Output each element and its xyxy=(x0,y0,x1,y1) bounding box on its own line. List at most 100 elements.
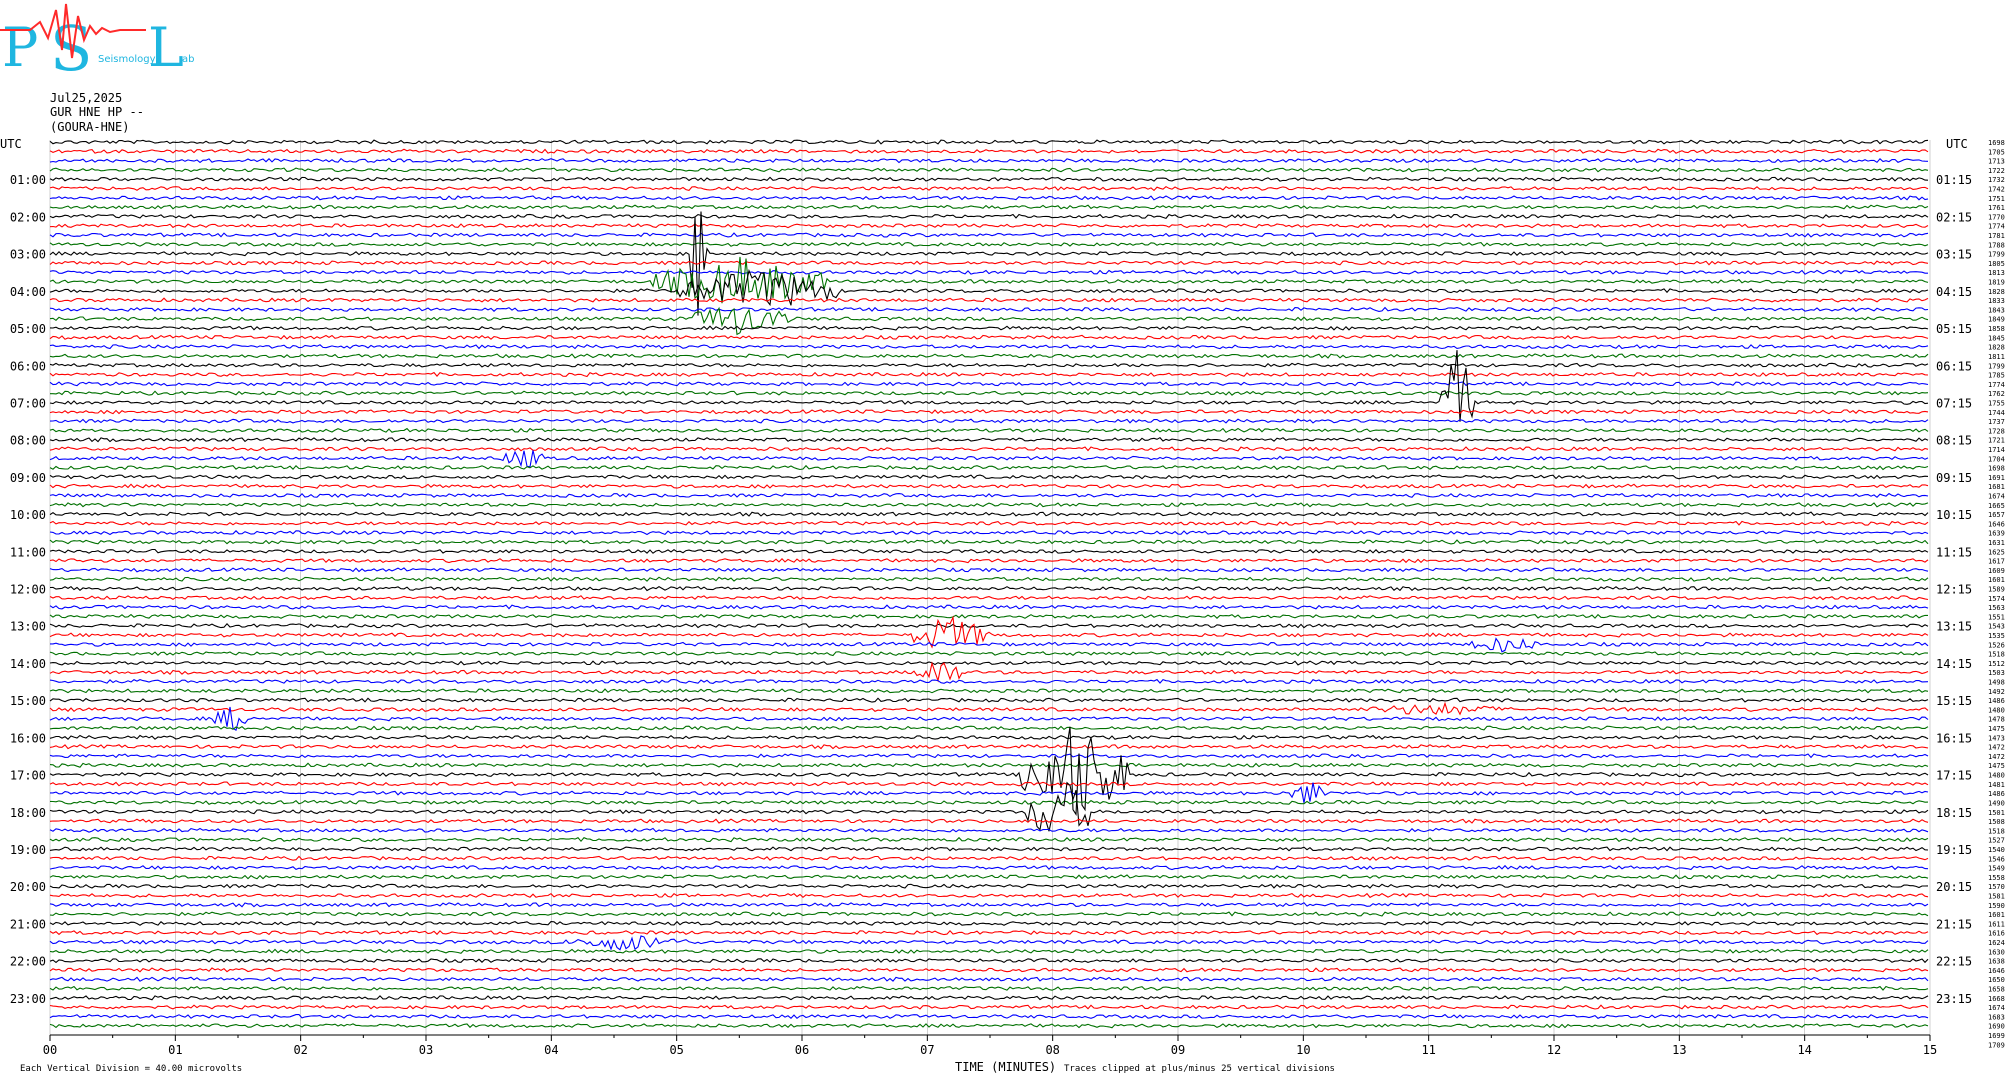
hour-label-left: 10:00 xyxy=(10,508,46,522)
trace-line xyxy=(49,464,1929,471)
trace-value-label: 1742 xyxy=(1988,186,2005,194)
hour-label-left: 22:00 xyxy=(10,955,46,969)
trace-value-label: 1705 xyxy=(1988,148,2005,156)
trace-line xyxy=(49,902,1929,908)
x-tick-label-03: 03 xyxy=(419,1043,433,1057)
hour-label-left: 13:00 xyxy=(10,620,46,634)
trace-line xyxy=(49,325,1929,331)
trace-value-label: 1481 xyxy=(1988,781,2005,789)
x-tick-label-11: 11 xyxy=(1421,1043,1435,1057)
trace-value-label: 1849 xyxy=(1988,316,2005,324)
trace-value-label: 1486 xyxy=(1988,697,2005,705)
trace-value-label: 1755 xyxy=(1988,399,2005,407)
trace-line xyxy=(49,446,1929,452)
hour-label-left: 02:00 xyxy=(10,210,46,224)
trace-line xyxy=(49,139,1929,145)
x-tick-label-04: 04 xyxy=(544,1043,558,1057)
trace-line xyxy=(49,558,1929,564)
hour-label-left: 04:00 xyxy=(10,285,46,299)
trace-line xyxy=(49,985,1929,991)
trace-line xyxy=(49,615,1929,649)
x-tick-label-00: 00 xyxy=(43,1043,57,1057)
hour-label-right: 06:15 xyxy=(1936,359,1972,373)
hour-label-left: 16:00 xyxy=(10,731,46,745)
x-tick-label-06: 06 xyxy=(795,1043,809,1057)
trace-value-label: 1751 xyxy=(1988,195,2005,203)
trace-value-label: 1601 xyxy=(1988,911,2005,919)
trace-value-label: 1858 xyxy=(1988,325,2005,333)
trace-value-label: 1480 xyxy=(1988,706,2005,714)
trace-value-label: 1668 xyxy=(1988,995,2005,1003)
trace-line xyxy=(49,492,1929,499)
trace-value-label: 1498 xyxy=(1988,679,2005,687)
trace-line xyxy=(49,827,1929,833)
trace-line xyxy=(49,883,1929,889)
trace-value-label: 1732 xyxy=(1988,176,2005,184)
hour-label-right: 11:15 xyxy=(1936,545,1972,559)
trace-value-label: 1674 xyxy=(1988,1004,2005,1012)
trace-line xyxy=(49,762,1929,768)
trace-line xyxy=(49,836,1929,843)
trace-line xyxy=(49,306,1929,313)
trace-value-label: 1774 xyxy=(1988,381,2005,389)
hour-label-left: 01:00 xyxy=(10,173,46,187)
trace-line xyxy=(49,548,1929,554)
trace-line xyxy=(49,176,1929,182)
trace-line xyxy=(49,688,1929,694)
hour-label-left: 18:00 xyxy=(10,806,46,820)
trace-value-label: 1774 xyxy=(1988,223,2005,231)
trace-value-label: 1611 xyxy=(1988,920,2005,928)
trace-value-label: 1650 xyxy=(1988,976,2005,984)
trace-line xyxy=(49,753,1929,759)
trace-value-label: 1558 xyxy=(1988,874,2005,882)
trace-value-label: 1674 xyxy=(1988,492,2005,500)
trace-line xyxy=(49,781,1929,832)
trace-line xyxy=(49,223,1929,229)
hour-label-left: 23:00 xyxy=(10,992,46,1006)
trace-value-label: 1761 xyxy=(1988,204,2005,212)
trace-value-label: 1581 xyxy=(1988,892,2005,900)
trace-line xyxy=(49,661,1929,683)
trace-value-label: 1639 xyxy=(1988,530,2005,538)
trace-value-label: 1512 xyxy=(1988,660,2005,668)
trace-value-label: 1630 xyxy=(1988,948,2005,956)
trace-value-label: 1549 xyxy=(1988,865,2005,873)
trace-value-label: 1781 xyxy=(1988,232,2005,240)
trace-value-label: 1478 xyxy=(1988,716,2005,724)
trace-value-label: 1617 xyxy=(1988,558,2005,566)
trace-line xyxy=(49,660,1929,666)
x-axis-label: TIME (MINUTES) xyxy=(955,1060,1056,1074)
trace-value-label: 1770 xyxy=(1988,213,2005,221)
trace-line xyxy=(49,427,1929,433)
hour-label-left: 08:00 xyxy=(10,434,46,448)
x-tick-label-13: 13 xyxy=(1672,1043,1686,1057)
left-utc-title: UTC xyxy=(0,137,22,151)
trace-line xyxy=(49,186,1929,192)
hour-label-left: 14:00 xyxy=(10,657,46,671)
trace-line xyxy=(49,167,1929,173)
trace-value-label: 1721 xyxy=(1988,437,2005,445)
trace-line xyxy=(49,697,1929,703)
trace-value-label: 1490 xyxy=(1988,799,2005,807)
hour-label-right: 03:15 xyxy=(1936,248,1972,262)
trace-value-label: 1657 xyxy=(1988,511,2005,519)
trace-line xyxy=(49,381,1929,387)
trace-value-label: 1811 xyxy=(1988,353,2005,361)
trace-value-label: 1737 xyxy=(1988,418,2005,426)
hour-label-left: 11:00 xyxy=(10,545,46,559)
trace-line xyxy=(49,502,1929,508)
hour-label-left: 07:00 xyxy=(10,396,46,410)
right-utc-title: UTC xyxy=(1946,137,1968,151)
hour-label-right: 01:15 xyxy=(1936,173,1972,187)
hour-label-right: 14:15 xyxy=(1936,657,1972,671)
x-tick-label-07: 07 xyxy=(920,1043,934,1057)
trace-value-label: 1540 xyxy=(1988,846,2005,854)
hour-label-right: 12:15 xyxy=(1936,583,1972,597)
trace-line xyxy=(49,213,1929,220)
trace-value-label: 1526 xyxy=(1988,641,2005,649)
trace-value-label: 1805 xyxy=(1988,260,2005,268)
trace-value-label: 1698 xyxy=(1988,465,2005,473)
trace-line xyxy=(49,920,1929,926)
trace-value-label: 1492 xyxy=(1988,688,2005,696)
hour-label-left: 19:00 xyxy=(10,843,46,857)
